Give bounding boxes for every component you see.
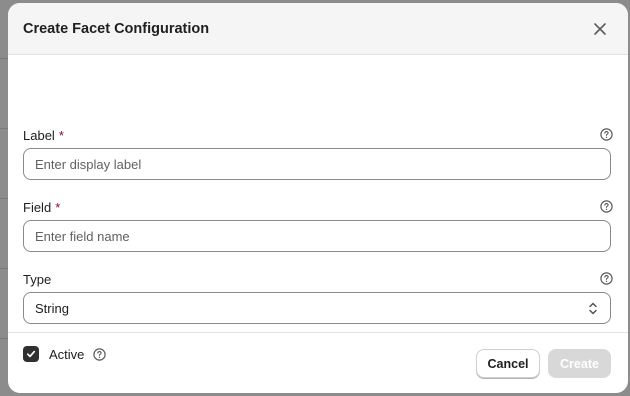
dialog-footer: Cancel Create xyxy=(8,332,628,393)
dialog-title: Create Facet Configuration xyxy=(23,20,210,37)
label-field-label: Label xyxy=(23,127,55,143)
type-select[interactable]: String xyxy=(23,292,611,324)
field-field-header: Field * xyxy=(23,198,613,216)
dialog-header: Create Facet Configuration xyxy=(8,3,628,55)
cancel-button[interactable]: Cancel xyxy=(476,349,540,378)
required-indicator: * xyxy=(55,199,61,215)
background-divider xyxy=(0,58,8,59)
create-facet-dialog: Create Facet Configuration Label * Field… xyxy=(8,3,628,393)
field-field-label: Field xyxy=(23,199,52,215)
background-divider xyxy=(0,128,8,129)
create-button[interactable]: Create xyxy=(548,349,611,378)
chevron-up-down-icon xyxy=(589,302,597,315)
label-field-header: Label * xyxy=(23,126,613,144)
type-select-value: String xyxy=(35,300,69,316)
background-divider xyxy=(0,268,8,269)
field-name-input[interactable] xyxy=(23,220,611,252)
help-icon[interactable] xyxy=(600,200,613,213)
background-divider xyxy=(0,338,8,339)
required-indicator: * xyxy=(58,127,64,143)
close-icon[interactable] xyxy=(592,21,608,37)
type-field-label: Type xyxy=(23,271,52,287)
label-input[interactable] xyxy=(23,148,611,180)
type-field-header: Type xyxy=(23,270,613,288)
help-icon[interactable] xyxy=(600,272,613,285)
background-divider xyxy=(0,198,8,199)
help-icon[interactable] xyxy=(600,128,613,141)
